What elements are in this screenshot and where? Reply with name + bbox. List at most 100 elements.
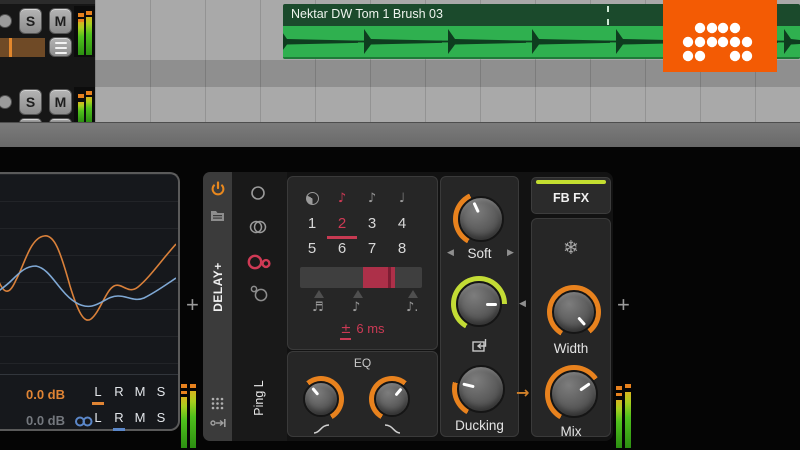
note-sixteenth-icon: ♬ xyxy=(312,300,324,315)
device-title: DELAY+ xyxy=(211,262,225,312)
automation-cursor xyxy=(9,38,12,57)
output-meter-left xyxy=(181,384,198,448)
scope-wave-blue xyxy=(0,265,176,308)
fbfx-active-bar xyxy=(536,180,606,184)
mode-pingpong-icon-selected[interactable] xyxy=(247,253,271,271)
note-eighth-icon: ♪ xyxy=(352,300,361,315)
eq-highpass-knob[interactable] xyxy=(298,376,344,422)
eq-lowpass-knob[interactable] xyxy=(369,376,415,422)
note-sync-icon-selected[interactable]: ♪ xyxy=(338,191,346,206)
feedback-knob[interactable] xyxy=(451,276,507,332)
scope-controls: 0.0 dB L R M S 0.0 dB L R M S xyxy=(0,374,178,431)
slider-marker-icon[interactable] xyxy=(408,290,418,298)
add-device-button-left[interactable]: + xyxy=(186,292,199,318)
freeze-icon[interactable]: ❄ xyxy=(563,237,579,259)
meter-mode-r2[interactable]: R xyxy=(113,410,125,431)
step-3[interactable]: 3 xyxy=(357,215,387,239)
step-5[interactable]: 5 xyxy=(297,240,327,261)
meter-mode-s2[interactable]: S xyxy=(155,410,167,431)
mix-label: Mix xyxy=(560,424,582,439)
output-meter-right xyxy=(616,384,635,448)
feedback-column-panel: ◀ Soft ▶ Ducking xyxy=(440,176,519,437)
feedback-mod-arrow-icon: ◀ xyxy=(519,299,526,309)
route-arrow-icon: → xyxy=(516,383,530,402)
mode-label[interactable]: Ping L xyxy=(252,380,266,415)
width-label: Width xyxy=(553,341,589,356)
horizontal-scrollbar[interactable] xyxy=(0,122,800,264)
record-arm-button-2[interactable] xyxy=(0,95,12,109)
power-icon[interactable] xyxy=(210,181,226,197)
clip-title: Nektar DW Tom 1 Brush 03 xyxy=(291,7,443,21)
solo-button-2[interactable]: S xyxy=(19,89,42,115)
feedback-insert-icon[interactable] xyxy=(471,337,488,353)
meter-mode-m2[interactable]: M xyxy=(134,410,146,431)
offset-slider-value xyxy=(388,267,391,288)
note-sync-icon[interactable]: ♪ xyxy=(368,191,376,206)
meter-mode-row-a: L R M S xyxy=(92,384,167,405)
step-4[interactable]: 4 xyxy=(387,215,417,239)
scope-display xyxy=(0,174,178,374)
offset-value[interactable]: ±6 ms xyxy=(288,321,437,340)
next-mode-icon[interactable]: ▶ xyxy=(507,248,514,258)
slider-marker-icon[interactable] xyxy=(353,290,363,298)
meter-mode-s[interactable]: S xyxy=(155,384,167,405)
track-header-panel: S M S M xyxy=(0,0,95,123)
add-device-button-right[interactable]: + xyxy=(617,292,630,318)
ducking-label: Ducking xyxy=(455,418,504,433)
track-lane-2[interactable] xyxy=(95,87,800,122)
fbfx-panel: ❄ Width Mix xyxy=(531,218,611,439)
step-row-2: 5 6 7 8 xyxy=(297,240,417,261)
channel-link-icon[interactable] xyxy=(74,415,94,428)
record-arm-button[interactable] xyxy=(0,14,12,28)
mode-stereo-icon[interactable] xyxy=(249,219,267,235)
meter-mode-m[interactable]: M xyxy=(134,384,146,405)
fbfx-label: FB FX xyxy=(552,191,590,205)
automation-strip[interactable] xyxy=(0,38,45,57)
track-meter-2 xyxy=(74,87,95,122)
offset-slider[interactable] xyxy=(300,267,422,288)
meter-mode-l2[interactable]: L xyxy=(92,410,104,431)
eq-title: EQ xyxy=(353,356,372,370)
step-2-selected[interactable]: 2 xyxy=(327,215,357,239)
note-quarter-icon[interactable]: ♩ xyxy=(399,191,405,206)
bitwig-logo-icon xyxy=(663,0,777,72)
fbfx-button[interactable]: FB FX xyxy=(531,177,611,214)
delay-mode-column: Ping L xyxy=(232,172,287,441)
step-1[interactable]: 1 xyxy=(297,215,327,239)
delay-device[interactable]: DELAY+ Ping L ♪ ♪ ♩ 1 2 3 4 5 6 7 8 ♬ ♪ … xyxy=(203,172,613,441)
meter-mode-r[interactable]: R xyxy=(113,384,125,405)
plus-minus-icon[interactable]: ± xyxy=(340,322,352,340)
step-8[interactable]: 8 xyxy=(387,240,417,261)
mix-knob[interactable] xyxy=(545,365,603,423)
track-menu-button[interactable] xyxy=(49,37,72,57)
meter-mode-l[interactable]: L xyxy=(92,384,104,405)
gain-value-b[interactable]: 0.0 dB xyxy=(26,413,65,428)
routing-icon[interactable] xyxy=(210,418,226,428)
eq-panel: EQ xyxy=(287,351,438,437)
highpass-curve-icon[interactable] xyxy=(313,423,330,434)
device-header-strip: DELAY+ xyxy=(203,172,232,441)
mute-button-2[interactable]: M xyxy=(49,89,72,115)
slider-marker-icon[interactable] xyxy=(314,290,324,298)
step-6[interactable]: 6 xyxy=(327,240,357,261)
gain-value-a[interactable]: 0.0 dB xyxy=(26,387,65,402)
note-dotted-icon: ♪. xyxy=(406,300,419,315)
meter-mode-row-b: L R M S xyxy=(92,410,167,431)
scope-wave-orange xyxy=(0,235,176,321)
clock-icon[interactable] xyxy=(305,191,319,205)
width-knob[interactable] xyxy=(547,285,601,339)
preset-folder-icon[interactable] xyxy=(210,209,225,222)
remote-controls-grid-icon[interactable] xyxy=(211,397,224,410)
mode-dual-icon[interactable] xyxy=(249,284,269,302)
soft-knob[interactable] xyxy=(453,191,509,247)
mute-button[interactable]: M xyxy=(49,8,72,34)
previous-track-edge xyxy=(0,0,95,4)
solo-button[interactable]: S xyxy=(19,8,42,34)
track-meter-1 xyxy=(74,6,95,57)
lowpass-curve-icon[interactable] xyxy=(384,423,401,434)
mode-mono-icon[interactable] xyxy=(249,185,267,201)
clip-loop-marker xyxy=(607,6,609,25)
step-7[interactable]: 7 xyxy=(357,240,387,261)
bitwig-window: Nektar DW Tom 1 Brush 03 S M S M 0.0 dB … xyxy=(0,0,800,450)
ducking-knob[interactable] xyxy=(452,360,510,418)
